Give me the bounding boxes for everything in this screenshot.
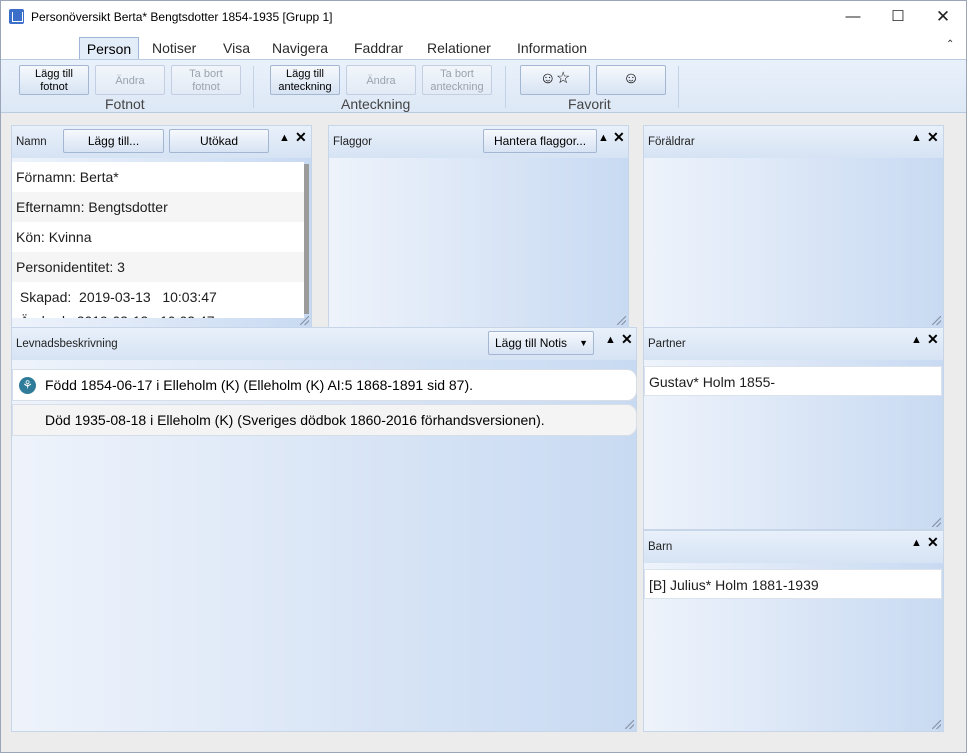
- add-name-button[interactable]: Lägg till...: [63, 129, 164, 153]
- tab-information[interactable]: Information: [511, 37, 593, 59]
- window-title: Personöversikt Berta* Bengtsdotter 1854-…: [31, 10, 333, 24]
- favorite-face-icon[interactable]: ☺: [596, 65, 666, 95]
- tab-person[interactable]: Person: [79, 37, 139, 59]
- group-label-favorit: Favorit: [568, 96, 611, 112]
- manage-flags-button[interactable]: Hantera flaggor...: [483, 129, 597, 153]
- scrollbar[interactable]: [304, 164, 309, 314]
- resize-grip-icon[interactable]: [617, 316, 626, 325]
- list-item[interactable]: Gustav* Holm 1855-: [644, 366, 942, 396]
- panel-levnadsbeskrivning: Levnadsbeskrivning Lägg till Notis ▼ ▲ ✕…: [11, 327, 637, 732]
- move-up-icon[interactable]: ▲: [598, 132, 609, 144]
- add-note-button[interactable]: Lägg till anteckning: [270, 65, 340, 95]
- close-panel-icon[interactable]: ✕: [613, 129, 625, 146]
- panel-title: Flaggor: [333, 136, 372, 148]
- panel-partner: Partner ▲ ✕ Gustav* Holm 1855-: [643, 327, 944, 530]
- add-footnote-button[interactable]: Lägg till fotnot: [19, 65, 89, 95]
- panel-flaggor: Flaggor Hantera flaggor... ▲ ✕: [328, 125, 629, 328]
- list-item[interactable]: ⚘ Född 1854-06-17 i Elleholm (K) (Elleho…: [12, 369, 637, 401]
- move-up-icon[interactable]: ▲: [911, 132, 922, 144]
- app-icon: [9, 9, 24, 24]
- maximize-icon[interactable]: ☐: [875, 1, 921, 33]
- note-text: Född 1854-06-17 i Elleholm (K) (Elleholm…: [45, 377, 473, 393]
- remove-footnote-button[interactable]: Ta bort fotnot: [171, 65, 241, 95]
- favorite-star-icon[interactable]: ☺☆: [520, 65, 590, 95]
- resize-grip-icon[interactable]: [932, 720, 941, 729]
- panel-title: Föräldrar: [648, 136, 695, 148]
- close-panel-icon[interactable]: ✕: [621, 331, 633, 348]
- change-footnote-button[interactable]: Ändra: [95, 65, 165, 95]
- tab-notiser[interactable]: Notiser: [146, 37, 202, 59]
- list-item[interactable]: Personidentitet: 3: [12, 252, 304, 282]
- title-bar: Personöversikt Berta* Bengtsdotter 1854-…: [1, 1, 966, 33]
- move-up-icon[interactable]: ▲: [279, 132, 290, 144]
- close-icon[interactable]: ✕: [920, 1, 966, 33]
- tab-faddrar[interactable]: Faddrar: [348, 37, 409, 59]
- panel-namn: Namn Lägg till... Utökad ▲ ✕ Förnamn: Be…: [11, 125, 312, 328]
- panel-foraldrar: Föräldrar ▲ ✕: [643, 125, 944, 328]
- ribbon-separator: [678, 66, 679, 108]
- tab-visa[interactable]: Visa: [217, 37, 256, 59]
- changed-timestamp: Ändrad: 2019-03-13 10:03:47: [12, 306, 304, 318]
- add-notis-dropdown[interactable]: Lägg till Notis ▼: [488, 331, 594, 355]
- remove-note-button[interactable]: Ta bort anteckning: [422, 65, 492, 95]
- panel-title: Namn: [16, 136, 47, 148]
- resize-grip-icon[interactable]: [300, 316, 309, 325]
- ribbon-separator: [505, 66, 506, 108]
- extended-button[interactable]: Utökad: [169, 129, 269, 153]
- move-up-icon[interactable]: ▲: [605, 334, 616, 346]
- change-note-button[interactable]: Ändra: [346, 65, 416, 95]
- panel-title: Partner: [648, 338, 686, 350]
- panel-title: Levnadsbeskrivning: [16, 338, 118, 350]
- list-item[interactable]: Död 1935-08-18 i Elleholm (K) (Sveriges …: [12, 404, 637, 436]
- add-notis-label: Lägg till Notis: [495, 336, 568, 350]
- move-up-icon[interactable]: ▲: [911, 334, 922, 346]
- panel-barn: Barn ▲ ✕ [B] Julius* Holm 1881-1939: [643, 530, 944, 732]
- close-panel-icon[interactable]: ✕: [295, 129, 307, 146]
- tab-navigera[interactable]: Navigera: [266, 37, 334, 59]
- ribbon-separator: [253, 66, 254, 108]
- close-panel-icon[interactable]: ✕: [927, 534, 939, 551]
- resize-grip-icon[interactable]: [932, 518, 941, 527]
- source-icon: ⚘: [19, 377, 36, 394]
- panel-title: Barn: [648, 541, 673, 553]
- move-up-icon[interactable]: ▲: [911, 537, 922, 549]
- tab-relationer[interactable]: Relationer: [421, 37, 497, 59]
- ribbon: Person Notiser Visa Navigera Faddrar Rel…: [1, 33, 966, 113]
- list-item[interactable]: Efternamn: Bengtsdotter: [12, 192, 304, 222]
- resize-grip-icon[interactable]: [932, 316, 941, 325]
- resize-grip-icon[interactable]: [625, 720, 634, 729]
- close-panel-icon[interactable]: ✕: [927, 331, 939, 348]
- group-label-anteckning: Anteckning: [341, 96, 411, 112]
- chevron-down-icon: ▼: [579, 338, 588, 348]
- collapse-ribbon-icon[interactable]: ⌃: [946, 39, 954, 50]
- minimize-icon[interactable]: —: [830, 1, 876, 33]
- list-item[interactable]: Kön: Kvinna: [12, 222, 304, 252]
- list-item[interactable]: [B] Julius* Holm 1881-1939: [644, 569, 942, 599]
- close-panel-icon[interactable]: ✕: [927, 129, 939, 146]
- group-label-fotnot: Fotnot: [105, 96, 145, 112]
- note-text: Död 1935-08-18 i Elleholm (K) (Sveriges …: [45, 412, 545, 428]
- main-window: Personöversikt Berta* Bengtsdotter 1854-…: [0, 0, 967, 753]
- list-item[interactable]: Förnamn: Berta*: [12, 162, 304, 192]
